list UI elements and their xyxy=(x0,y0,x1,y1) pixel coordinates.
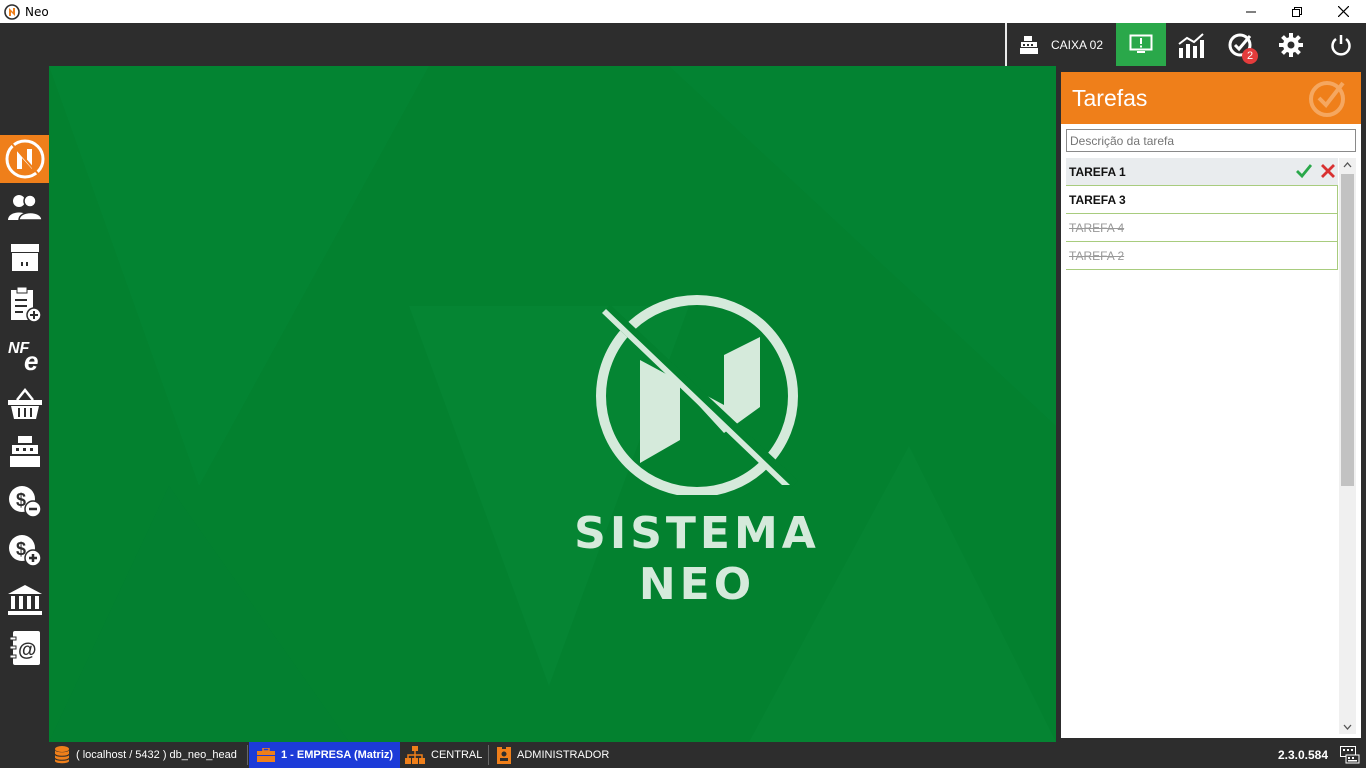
delete-icon[interactable] xyxy=(1320,163,1336,179)
svg-text:@: @ xyxy=(18,640,37,661)
scroll-thumb[interactable] xyxy=(1341,174,1354,486)
box-icon xyxy=(10,244,39,271)
reports-button[interactable] xyxy=(1166,23,1216,66)
minimize-button[interactable] xyxy=(1228,0,1274,23)
address-book-icon: @ xyxy=(9,631,40,665)
status-bar: ( localhost / 5432 ) db_neo_head 1 - EMP… xyxy=(0,742,1366,768)
bank-icon xyxy=(7,585,42,615)
clock-check-icon xyxy=(1309,81,1345,117)
task-label: TAREFA 2 xyxy=(1069,248,1125,263)
neo-logo-icon xyxy=(5,139,44,179)
branch-status: CENTRAL xyxy=(405,742,482,768)
cash-register-icon xyxy=(9,436,40,467)
tasks-panel: Tarefas TAREFA 1 TAREFA 3 TAREFA 4 TAREF… xyxy=(1061,72,1361,738)
user-badge-icon xyxy=(497,746,511,764)
cash-register-icon xyxy=(1020,35,1038,54)
nfe-icon: NF e xyxy=(8,340,38,371)
company-label: 1 - EMPRESA (Matriz) xyxy=(281,749,394,761)
minimize-icon xyxy=(1246,11,1256,12)
sidebar-item-home[interactable] xyxy=(0,135,49,183)
sidebar-item-receivables[interactable]: $ xyxy=(0,526,49,574)
sistema-neo-logo xyxy=(596,295,799,495)
money-plus-icon: $ xyxy=(8,535,42,567)
restore-icon xyxy=(1292,6,1302,17)
user-status: ADMINISTRADOR xyxy=(497,742,609,768)
tasks-button[interactable]: 2 xyxy=(1216,23,1266,66)
settings-button[interactable] xyxy=(1266,23,1316,66)
briefcase-icon xyxy=(257,748,275,762)
sidebar-item-nfe[interactable]: NF e xyxy=(0,330,49,378)
sidebar-item-products[interactable] xyxy=(0,232,49,280)
main-content: SISTEMA NEO xyxy=(49,66,1056,742)
monitor-button[interactable] xyxy=(1116,23,1166,66)
database-icon xyxy=(54,746,70,764)
close-icon xyxy=(1337,6,1349,17)
task-description-input[interactable] xyxy=(1066,129,1356,152)
task-item[interactable]: TAREFA 3 xyxy=(1066,186,1338,214)
tasks-panel-header: Tarefas xyxy=(1061,72,1361,124)
clipboard-add-icon xyxy=(10,287,42,323)
chevron-down-icon xyxy=(1343,724,1352,730)
users-icon xyxy=(7,194,43,221)
gear-icon xyxy=(1279,32,1303,57)
tasks-badge: 2 xyxy=(1242,48,1258,64)
separator xyxy=(488,745,489,765)
money-minus-icon: $ xyxy=(8,486,42,518)
top-toolbar: CAIXA 02 2 xyxy=(0,23,1366,66)
keyboard-icon[interactable] xyxy=(1340,746,1360,764)
task-list: TAREFA 1 TAREFA 3 TAREFA 4 TAREFA 2 xyxy=(1066,158,1338,270)
restore-button[interactable] xyxy=(1274,0,1320,23)
tasks-scrollbar[interactable] xyxy=(1339,158,1356,734)
neo-app-icon xyxy=(4,3,20,20)
version-label: 2.3.0.584 xyxy=(1277,748,1328,762)
sidebar-item-payables[interactable]: $ xyxy=(0,477,49,525)
sidebar-item-clients[interactable] xyxy=(0,183,49,231)
user-label: ADMINISTRADOR xyxy=(517,749,610,761)
task-item[interactable]: TAREFA 4 xyxy=(1066,214,1338,242)
separator xyxy=(247,745,248,765)
check-icon[interactable] xyxy=(1296,163,1312,179)
task-label: TAREFA 3 xyxy=(1069,192,1126,207)
chevron-up-icon xyxy=(1343,162,1352,168)
close-button[interactable] xyxy=(1320,0,1366,23)
svg-text:e: e xyxy=(24,346,38,371)
sidebar-item-contacts[interactable]: @ xyxy=(0,624,49,672)
database-label: ( localhost / 5432 ) db_neo_head xyxy=(76,749,237,761)
caixa-indicator[interactable]: CAIXA 02 xyxy=(1005,23,1116,66)
power-icon xyxy=(1331,34,1351,56)
network-icon xyxy=(405,746,425,764)
title-bar: Neo xyxy=(0,0,1366,23)
task-label: TAREFA 4 xyxy=(1069,220,1125,235)
task-item[interactable]: TAREFA 2 xyxy=(1066,242,1338,270)
task-label: TAREFA 1 xyxy=(1069,164,1126,179)
database-status: ( localhost / 5432 ) db_neo_head xyxy=(54,742,237,768)
caixa-label: CAIXA 02 xyxy=(1051,37,1104,52)
branch-label: CENTRAL xyxy=(431,749,483,761)
chart-icon xyxy=(1178,32,1204,58)
scroll-down-button[interactable] xyxy=(1339,720,1356,734)
company-status[interactable]: 1 - EMPRESA (Matriz) xyxy=(249,742,400,768)
sidebar-item-bank[interactable] xyxy=(0,576,49,624)
sidebar-item-cash-register[interactable] xyxy=(0,428,49,476)
task-item[interactable]: TAREFA 1 xyxy=(1066,158,1338,186)
sidebar: NF e $ $ @ xyxy=(0,66,49,742)
sidebar-item-orders[interactable] xyxy=(0,281,49,329)
brand-name: SISTEMA NEO xyxy=(574,508,820,610)
scroll-up-button[interactable] xyxy=(1339,158,1356,172)
window-title: Neo xyxy=(25,4,49,19)
sidebar-item-purchases[interactable] xyxy=(0,380,49,428)
basket-icon xyxy=(7,388,42,419)
power-button[interactable] xyxy=(1316,23,1366,66)
monitor-alert-icon xyxy=(1129,34,1153,53)
tasks-panel-title: Tarefas xyxy=(1072,84,1148,111)
